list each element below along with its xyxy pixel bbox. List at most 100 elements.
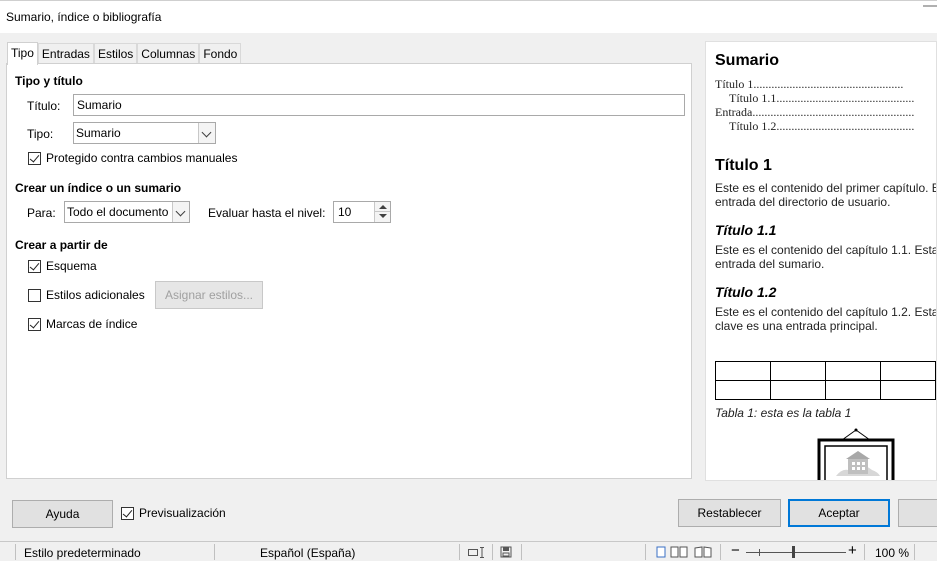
framed-picture-icon [817,428,895,480]
preview-checkbox-label: Previsualización [139,506,226,520]
evaluate-level-spinner[interactable]: 10 [333,201,391,223]
preview-p1-line2: entrada del directorio de usuario. [715,195,891,209]
protected-checkbox-label: Protegido contra cambios manuales [46,151,238,165]
toc-entry-text: Entrada [715,105,753,119]
preview-h11: Título 1.1 [715,222,777,238]
tab-entradas[interactable]: Entradas [37,43,94,64]
titlebar-edge [923,5,937,7]
additional-styles-checkbox[interactable]: Estilos adicionales [28,288,145,302]
outline-checkbox-label: Esquema [46,259,97,273]
protected-checkbox-box[interactable] [28,151,41,165]
zoom-level[interactable]: 100 % [875,546,909,560]
toc-entry-dots: ........................................… [776,91,915,105]
book-view-icon[interactable] [694,546,712,558]
help-button[interactable]: Ayuda [12,500,113,528]
index-marks-checkbox-label: Marcas de índice [46,317,138,331]
preview-toc-entry: Título 1.1..............................… [729,91,914,106]
zoom-in-icon[interactable]: + [848,542,857,559]
chevron-down-icon [198,123,215,143]
preview-h12: Título 1.2 [715,284,777,300]
statusbar-separator [521,544,522,560]
type-label: Tipo: [27,127,54,141]
tab-panel-tipo: Tipo y título Título: Sumario Tipo: Suma… [6,63,692,479]
toc-entry-text: Título 1.2 [729,119,777,133]
tab-fondo[interactable]: Fondo [199,43,242,64]
statusbar: Estilo predeterminado Español (España) −… [0,541,937,561]
toc-entry-text: Título 1.1 [729,91,777,105]
spin-up-icon[interactable] [375,202,390,212]
create-index-header: Crear un índice o un sumario [15,181,182,195]
statusbar-separator [214,544,215,560]
preview-p3-line1: Este es el contenido del capítulo 1.2. E… [715,305,937,319]
zoom-out-icon[interactable]: − [731,542,740,559]
outline-checkbox-box[interactable] [28,259,41,273]
evaluate-level-label: Evaluar hasta el nivel: [208,206,326,220]
dialog-titlebar: Sumario, índice o bibliografía [0,0,937,33]
preview-heading: Sumario [715,52,780,69]
preview-table-caption: Tabla 1: esta es la tabla 1 [715,406,852,420]
preview-pane: Sumario Título 1........................… [705,41,937,481]
preview-toc-entry: Entrada.................................… [715,105,914,120]
preview-p2-line2: entrada del sumario. [715,257,825,271]
zoom-slider-track[interactable] [746,552,846,553]
index-marks-checkbox[interactable]: Marcas de índice [28,317,137,331]
spin-down-icon[interactable] [375,212,390,222]
reset-button-label: Restablecer [697,506,762,520]
title-input[interactable]: Sumario [73,94,685,116]
page-style-status[interactable]: Estilo predeterminado [24,546,141,560]
protected-checkbox[interactable]: Protegido contra cambios manuales [28,151,237,165]
type-select[interactable]: Sumario [73,122,216,144]
multi-page-view-icon[interactable] [670,546,688,558]
preview-toc-entry: Título 1.2..............................… [729,119,914,134]
assign-styles-button[interactable]: Asignar estilos... [155,281,263,309]
preview-p2-line1: Este es el contenido del capítulo 1.1. E… [715,243,937,257]
for-select-value: Todo el documento [67,205,169,219]
type-title-header: Tipo y título [15,74,83,88]
index-marks-checkbox-box[interactable] [28,317,41,331]
dialog-title: Sumario, índice o bibliografía [6,10,162,24]
toc-entry-dots: ........................................… [753,77,904,91]
statusbar-separator [864,544,865,560]
statusbar-separator [492,544,493,560]
ok-button-label: Aceptar [818,506,860,520]
reset-button[interactable]: Restablecer [678,499,781,527]
zoom-slider-tick [759,549,760,556]
language-status[interactable]: Español (España) [260,546,355,560]
toc-entry-dots: ........................................… [776,119,915,133]
tab-bar: Tipo Entradas Estilos Columnas Fondo [7,42,242,65]
zoom-slider-handle[interactable] [792,546,795,558]
preview-checkbox[interactable]: Previsualización [121,506,226,520]
evaluate-level-value: 10 [338,205,352,219]
cancel-button[interactable] [898,499,937,527]
for-label: Para: [27,206,56,220]
preview-checkbox-box[interactable] [121,506,134,520]
insert-mode-icon[interactable] [468,547,486,558]
for-select[interactable]: Todo el documento [64,201,190,223]
type-select-value: Sumario [76,126,121,140]
toc-entry-text: Título 1 [715,77,754,91]
help-button-label: Ayuda [45,507,80,521]
outline-checkbox[interactable]: Esquema [28,259,97,273]
statusbar-separator [15,544,16,560]
tab-tipo[interactable]: Tipo [7,42,38,65]
create-from-header: Crear a partir de [15,238,108,252]
preview-toc-entry: Título 1................................… [715,77,903,92]
ok-button[interactable]: Aceptar [788,499,890,527]
chevron-down-icon [172,202,189,222]
tab-columnas[interactable]: Columnas [137,43,200,64]
statusbar-separator [914,544,915,560]
spinner-buttons [374,202,390,222]
preview-table [715,361,936,400]
statusbar-separator [720,544,721,560]
additional-styles-checkbox-label: Estilos adicionales [46,288,145,302]
tab-estilos[interactable]: Estilos [93,43,138,64]
preview-h1: Título 1 [715,157,772,174]
toc-entry-dots: ........................................… [752,105,915,119]
single-page-view-icon[interactable] [656,546,666,558]
toc-dialog: Tipo Entradas Estilos Columnas Fondo Tip… [0,33,937,541]
title-input-value: Sumario [77,98,122,112]
additional-styles-checkbox-box[interactable] [28,288,41,302]
save-status-icon[interactable] [500,546,512,558]
preview-p3-line2: clave es una entrada principal. [715,319,878,333]
statusbar-separator [645,544,646,560]
